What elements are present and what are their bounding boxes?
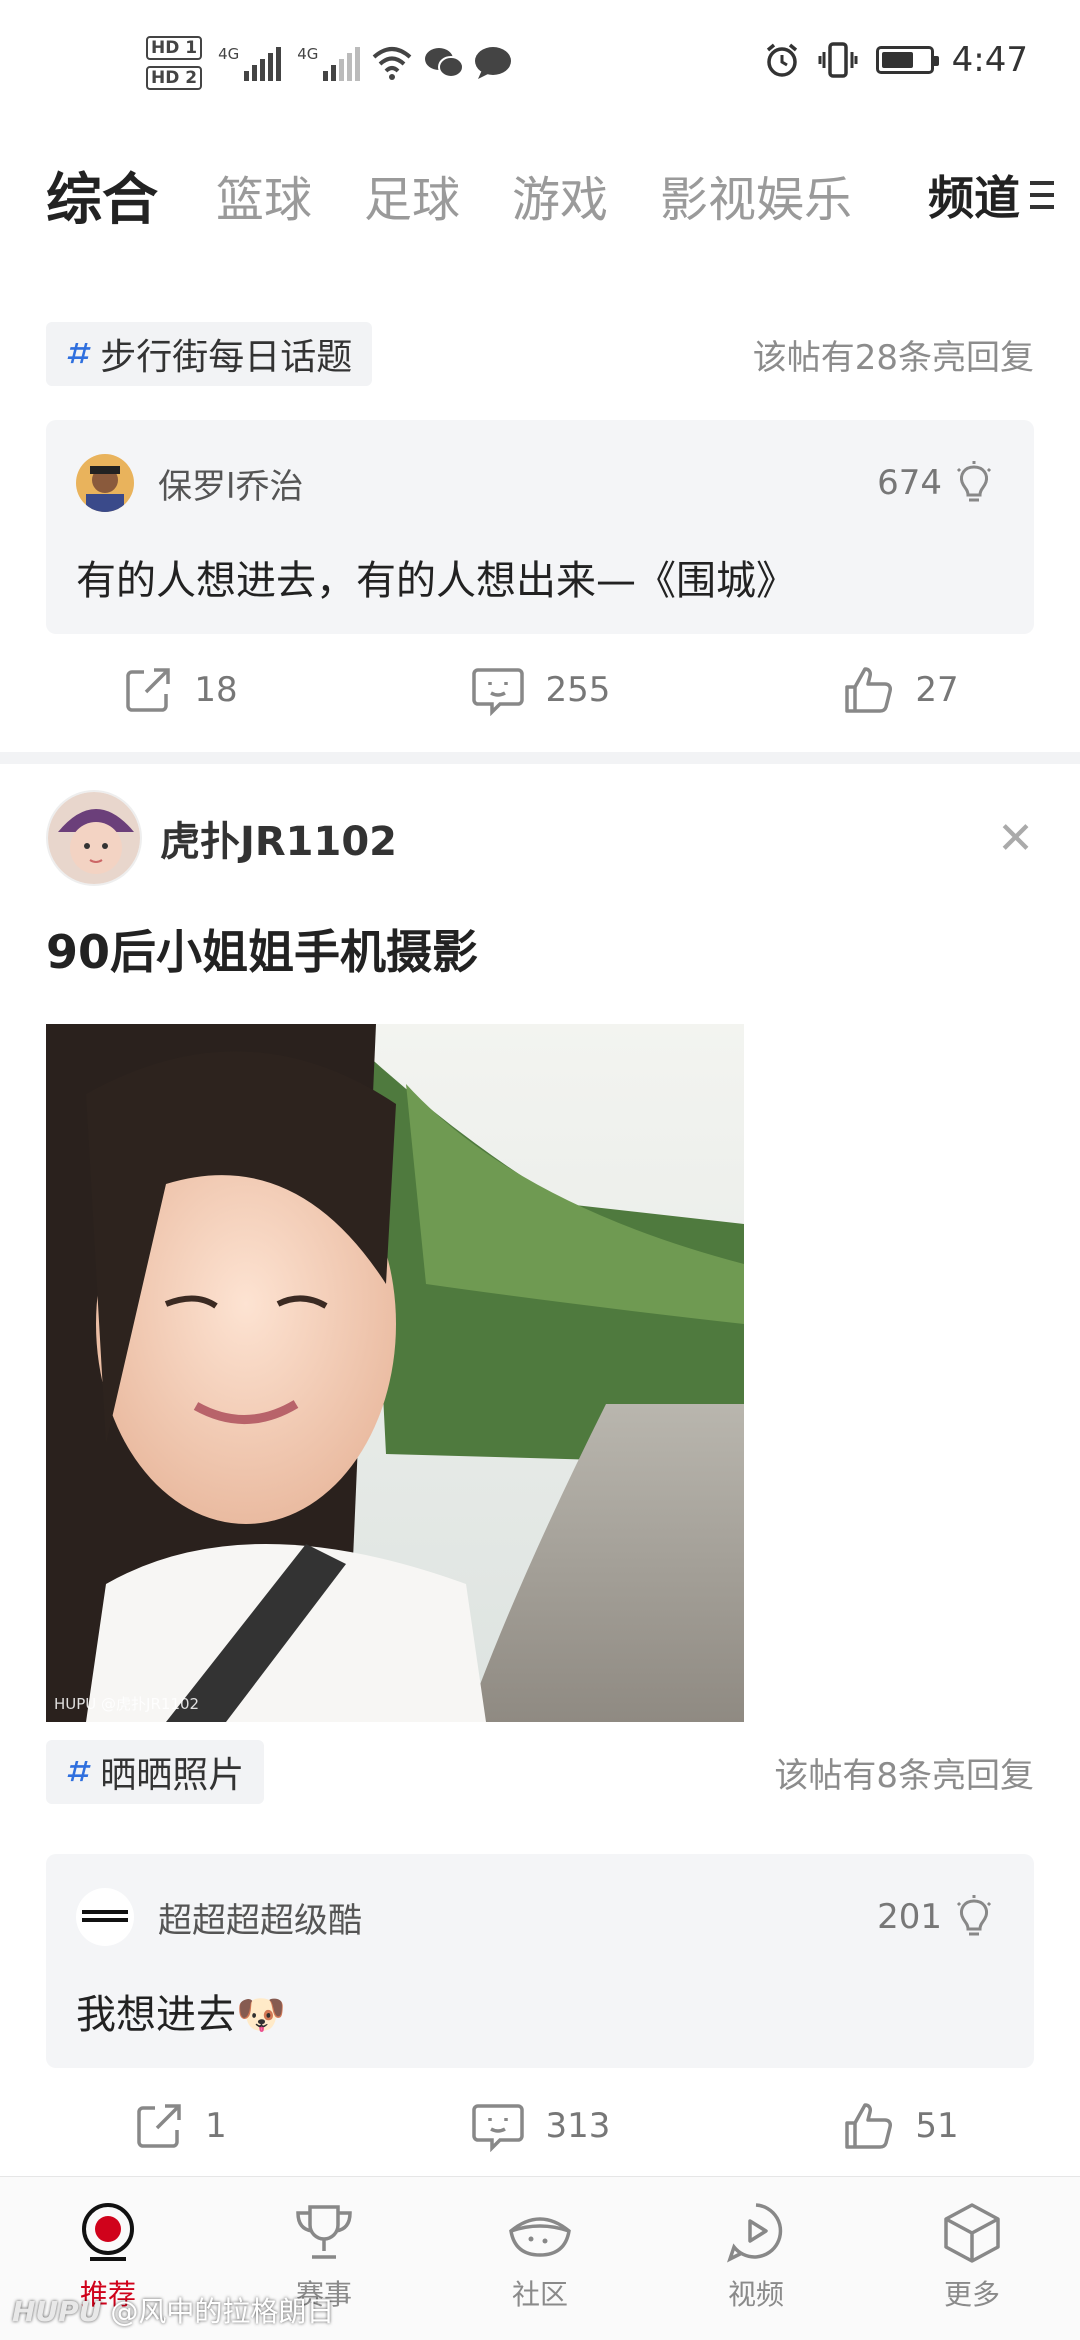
avatar[interactable] <box>76 1888 134 1946</box>
message-icon <box>475 47 512 79</box>
trophy-icon <box>296 2205 352 2259</box>
tab-basketball[interactable]: 篮球 <box>216 160 312 230</box>
post-card[interactable]: 虎扑JR1102 ✕ 90后小姐姐手机摄影 HUPU @虎扑JR1102 ⌗ 晒… <box>0 764 1080 2176</box>
hot-reply-box[interactable]: 保罗l乔治 674 有的人想进去，有的人想出来—《围城》 <box>46 420 1034 634</box>
avatar[interactable] <box>46 790 142 886</box>
topic-label: 晒晒照片 <box>100 1755 245 1796</box>
share-count: 1 <box>205 2106 227 2146</box>
video-icon <box>727 2203 783 2263</box>
like-button[interactable]: 51 <box>750 2099 1050 2153</box>
topic-row: ⌗ 晒晒照片 该帖有8条亮回复 <box>46 1740 1034 1804</box>
topic-hash-icon: ⌗ <box>66 1751 87 1792</box>
lightbulb-icon <box>956 1895 992 1936</box>
hot-reply-user[interactable]: 保罗l乔治 <box>158 459 303 508</box>
status-bar: HD 1 HD 2 4G 4G 4:47 <box>0 0 1080 130</box>
vibrate-icon <box>818 42 858 78</box>
hot-reply-like-count: 674 <box>877 463 942 503</box>
menu-icon <box>1030 181 1054 209</box>
alarm-icon <box>766 43 797 77</box>
hd1-label: HD 1 <box>146 36 203 60</box>
lightbulb-icon <box>956 461 992 502</box>
nav-community[interactable]: 社区 <box>432 2177 648 2340</box>
action-bar: 1 313 51 <box>0 2086 1080 2166</box>
category-tabs: 综合 篮球 足球 游戏 影视娱乐 <box>0 140 1080 250</box>
nav-label: 社区 <box>511 2278 568 2311</box>
section-divider <box>0 752 1080 764</box>
share-button[interactable]: 1 <box>30 2100 330 2152</box>
author-row: 虎扑JR1102 ✕ <box>46 790 1034 886</box>
net1-label: 4G <box>218 45 240 63</box>
hot-reply-header: 保罗l乔治 674 <box>76 454 994 512</box>
hot-reply-likes[interactable]: 674 <box>877 461 994 505</box>
hot-reply-like-count: 201 <box>877 1897 942 1937</box>
cube-icon <box>944 2203 1000 2263</box>
nav-label: 更多 <box>943 2278 1000 2311</box>
share-count: 18 <box>194 670 238 710</box>
screen-watermark: HUPU @风中的拉格朗日 <box>12 2290 334 2330</box>
tab-zonghe[interactable]: 综合 <box>46 155 158 236</box>
bright-reply-count[interactable]: 该帖有28条亮回复 <box>753 330 1034 379</box>
like-count: 51 <box>915 2106 959 2146</box>
tab-entertainment[interactable]: 影视娱乐 <box>660 160 852 230</box>
battery-icon <box>875 46 939 74</box>
share-icon <box>126 668 171 712</box>
hd2-label: HD 2 <box>146 66 203 90</box>
clock: 4:47 <box>951 40 1028 80</box>
hot-reply-user[interactable]: 超超超超级酷 <box>158 1893 362 1942</box>
hot-reply-header: 超超超超级酷 201 <box>76 1888 994 1946</box>
hot-reply-text: 有的人想进去，有的人想出来—《围城》 <box>76 558 796 604</box>
status-right: 4:47 <box>764 40 1028 80</box>
wechat-icon <box>425 48 465 78</box>
signal-icon: 4G <box>218 45 282 81</box>
comment-icon <box>471 668 524 716</box>
tab-football[interactable]: 足球 <box>364 160 460 230</box>
topic-label: 步行街每日话题 <box>100 337 353 378</box>
nav-video[interactable]: 视频 <box>648 2177 864 2340</box>
community-icon <box>509 2217 571 2257</box>
topic-row: ⌗ 步行街每日话题 该帖有28条亮回复 <box>46 322 1034 386</box>
image-watermark: HUPU @虎扑JR1102 <box>54 1695 200 1713</box>
topic-tag[interactable]: ⌗ 晒晒照片 <box>46 1740 265 1804</box>
bright-reply-count[interactable]: 该帖有8条亮回复 <box>774 1748 1034 1797</box>
status-left: HD 1 HD 2 4G 4G <box>146 36 512 90</box>
channel-label: 频道 <box>928 171 1020 225</box>
close-icon[interactable]: ✕ <box>997 813 1034 864</box>
wifi-icon <box>373 47 412 80</box>
comment-count: 255 <box>545 670 611 710</box>
thumbs-up-icon <box>845 2103 893 2149</box>
bottom-nav: 推荐 赛事 社区 视频 更多 HUPU @风中的拉格朗日 <box>0 2176 1080 2340</box>
recommend-icon <box>82 2203 134 2261</box>
channel-button[interactable]: 频道 <box>920 140 1080 250</box>
author-name[interactable]: 虎扑JR1102 <box>160 809 397 867</box>
post-image[interactable]: HUPU @虎扑JR1102 <box>46 1024 744 1722</box>
comment-icon <box>471 2104 524 2152</box>
like-button[interactable]: 27 <box>750 663 1050 717</box>
net2-label: 4G <box>297 45 319 63</box>
comment-count: 313 <box>545 2106 611 2146</box>
watermark-text: @风中的拉格朗日 <box>110 2295 335 2328</box>
hot-reply-likes[interactable]: 201 <box>877 1895 994 1939</box>
avatar[interactable] <box>76 454 134 512</box>
hot-reply-text: 我想进去🐶 <box>76 1992 286 2038</box>
topic-hash-icon: ⌗ <box>66 333 87 374</box>
hd-indicators: HD 1 HD 2 <box>146 36 203 90</box>
tab-games[interactable]: 游戏 <box>512 160 608 230</box>
hot-reply-box[interactable]: 超超超超级酷 201 我想进去🐶 <box>46 1854 1034 2068</box>
comment-button[interactable]: 313 <box>390 2100 690 2152</box>
share-icon <box>137 2104 181 2148</box>
nav-more[interactable]: 更多 <box>864 2177 1080 2340</box>
watermark-brand: HUPU <box>12 2295 102 2328</box>
post-title[interactable]: 90后小姐姐手机摄影 <box>46 916 478 982</box>
thumbs-up-icon <box>845 667 893 713</box>
share-button[interactable]: 18 <box>30 664 330 716</box>
like-count: 27 <box>915 670 959 710</box>
post-card[interactable]: ⌗ 步行街每日话题 该帖有28条亮回复 保罗l乔治 674 有的人想进去，有的人… <box>0 300 1080 750</box>
nav-label: 视频 <box>727 2278 784 2311</box>
comment-button[interactable]: 255 <box>390 664 690 716</box>
action-bar: 18 255 27 <box>0 650 1080 730</box>
signal-icon: 4G <box>297 45 361 81</box>
topic-tag[interactable]: ⌗ 步行街每日话题 <box>46 322 373 386</box>
